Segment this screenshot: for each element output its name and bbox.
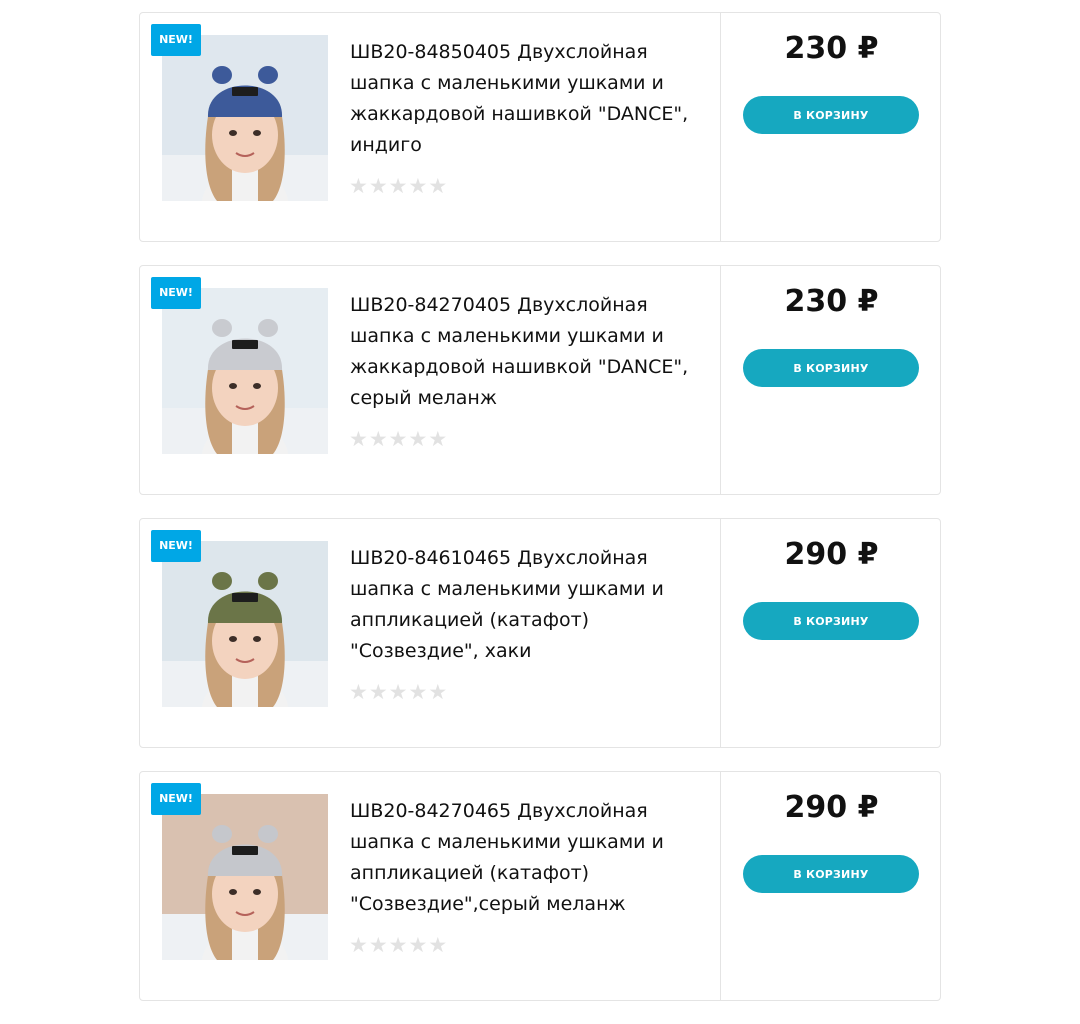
star-icon[interactable]: ★ — [369, 429, 388, 451]
product-list: NEW! ШВ20-84850405 Двухслойная шапка с м… — [139, 12, 941, 1024]
product-info: NEW! ШВ2 — [140, 13, 720, 241]
product-card: NEW! ШВ2 — [139, 771, 941, 1001]
star-icon[interactable]: ★ — [369, 682, 388, 704]
product-image-link[interactable] — [162, 288, 328, 454]
add-to-cart-button[interactable]: В КОРЗИНУ — [743, 96, 919, 134]
add-to-cart-button[interactable]: В КОРЗИНУ — [743, 602, 919, 640]
product-title-link[interactable]: ШВ20-84610465 Двухслойная шапка с малень… — [350, 543, 710, 667]
star-icon[interactable]: ★ — [369, 176, 388, 198]
rating-stars[interactable]: ★ ★ ★ ★ ★ — [349, 429, 447, 451]
star-icon[interactable]: ★ — [408, 176, 427, 198]
add-to-cart-button[interactable]: В КОРЗИНУ — [743, 855, 919, 893]
star-icon[interactable]: ★ — [428, 429, 447, 451]
rating-stars[interactable]: ★ ★ ★ ★ ★ — [349, 935, 447, 957]
product-card: NEW! ШВ2 — [139, 518, 941, 748]
star-icon[interactable]: ★ — [369, 935, 388, 957]
rating-stars[interactable]: ★ ★ ★ ★ ★ — [349, 682, 447, 704]
product-image-link[interactable] — [162, 35, 328, 201]
product-price: 290 ₽ — [784, 790, 879, 825]
star-icon[interactable]: ★ — [408, 682, 427, 704]
new-badge: NEW! — [151, 24, 201, 56]
star-icon[interactable]: ★ — [349, 682, 368, 704]
star-icon[interactable]: ★ — [428, 935, 447, 957]
add-to-cart-button[interactable]: В КОРЗИНУ — [743, 349, 919, 387]
new-badge: NEW! — [151, 783, 201, 815]
star-icon[interactable]: ★ — [349, 176, 368, 198]
star-icon[interactable]: ★ — [428, 682, 447, 704]
new-badge: NEW! — [151, 277, 201, 309]
star-icon[interactable]: ★ — [389, 176, 408, 198]
product-price: 290 ₽ — [784, 537, 879, 572]
star-icon[interactable]: ★ — [389, 682, 408, 704]
child-photo-icon — [162, 541, 328, 707]
new-badge: NEW! — [151, 530, 201, 562]
star-icon[interactable]: ★ — [428, 176, 447, 198]
star-icon[interactable]: ★ — [349, 935, 368, 957]
product-title-link[interactable]: ШВ20-84270465 Двухслойная шапка с малень… — [350, 796, 710, 920]
product-info: NEW! ШВ2 — [140, 519, 720, 747]
product-card: NEW! ШВ2 — [139, 12, 941, 242]
child-photo-icon — [162, 288, 328, 454]
star-icon[interactable]: ★ — [389, 429, 408, 451]
product-image-link[interactable] — [162, 541, 328, 707]
product-info: NEW! ШВ2 — [140, 266, 720, 494]
product-title-link[interactable]: ШВ20-84850405 Двухслойная шапка с малень… — [350, 37, 710, 161]
product-title-link[interactable]: ШВ20-84270405 Двухслойная шапка с малень… — [350, 290, 710, 414]
product-image-link[interactable] — [162, 794, 328, 960]
child-photo-icon — [162, 794, 328, 960]
child-photo-icon — [162, 35, 328, 201]
star-icon[interactable]: ★ — [389, 935, 408, 957]
rating-stars[interactable]: ★ ★ ★ ★ ★ — [349, 176, 447, 198]
product-card: NEW! ШВ2 — [139, 265, 941, 495]
star-icon[interactable]: ★ — [408, 429, 427, 451]
star-icon[interactable]: ★ — [349, 429, 368, 451]
star-icon[interactable]: ★ — [408, 935, 427, 957]
product-info: NEW! ШВ2 — [140, 772, 720, 1000]
product-price: 230 ₽ — [784, 284, 879, 319]
product-price: 230 ₽ — [784, 31, 879, 66]
